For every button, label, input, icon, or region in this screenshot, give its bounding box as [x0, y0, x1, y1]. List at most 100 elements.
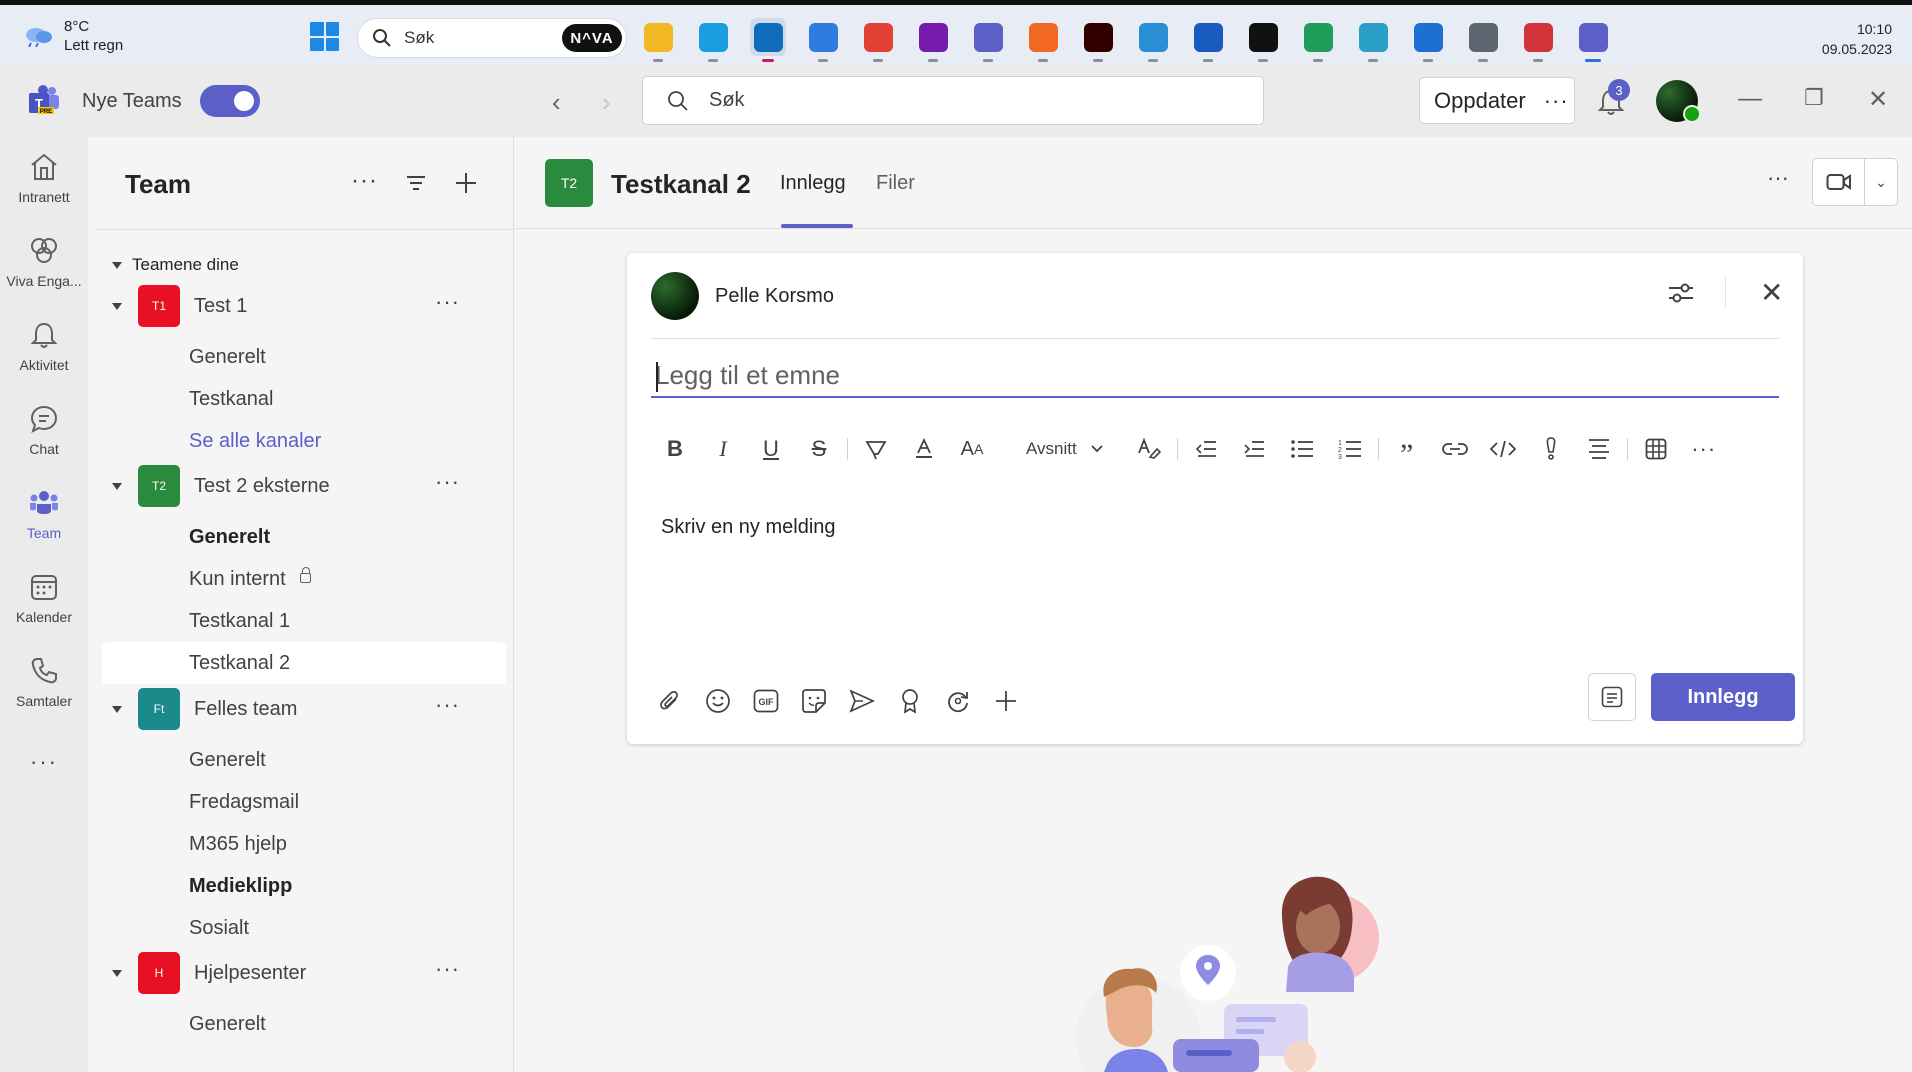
settings-icon[interactable]: [1465, 18, 1501, 62]
channel-item-private[interactable]: Kun internt: [189, 567, 311, 591]
channel-item[interactable]: Generelt: [189, 1013, 266, 1036]
fusion360-icon[interactable]: [1025, 18, 1061, 62]
channel-item[interactable]: M365 hjelp: [189, 833, 287, 856]
mail-icon[interactable]: [805, 18, 841, 62]
taskbar-search[interactable]: Søk N^VA: [357, 18, 627, 58]
more-options-icon[interactable]: ···: [435, 289, 460, 315]
forward-arrow-icon[interactable]: ›: [602, 87, 611, 118]
illustrator-icon[interactable]: [1080, 18, 1116, 62]
font-color-icon[interactable]: [900, 431, 948, 467]
italic-icon[interactable]: I: [699, 431, 747, 467]
windows-start-icon[interactable]: [310, 22, 339, 51]
paragraph-style-dropdown[interactable]: Avsnitt: [996, 431, 1125, 467]
subject-input[interactable]: [651, 354, 1779, 398]
table-icon[interactable]: [1632, 431, 1680, 467]
format-toggle-button[interactable]: [1588, 673, 1636, 721]
align-icon[interactable]: [1575, 431, 1623, 467]
more-options-icon[interactable]: ···: [435, 692, 460, 718]
team-test-2-eksterne[interactable]: T2 Test 2 eksterne ···: [112, 463, 512, 509]
numbered-list-icon[interactable]: 123: [1326, 431, 1374, 467]
update-button[interactable]: Oppdater ···: [1419, 77, 1575, 124]
channel-item[interactable]: Generelt: [189, 526, 270, 549]
code-icon[interactable]: [1479, 431, 1527, 467]
weather-widget[interactable]: 8°C Lett regn: [22, 17, 123, 55]
rail-item-calendar[interactable]: Kalender: [0, 571, 88, 625]
word-icon[interactable]: [1190, 18, 1226, 62]
loop-icon[interactable]: [939, 683, 976, 719]
rail-item-activity[interactable]: Aktivitet: [0, 319, 88, 373]
tab-files[interactable]: Filer: [876, 172, 915, 195]
post-button[interactable]: Innlegg: [1651, 673, 1795, 721]
channel-item[interactable]: Testkanal 1: [189, 610, 290, 633]
underline-icon[interactable]: U: [747, 431, 795, 467]
meet-button[interactable]: ⌄: [1812, 158, 1898, 206]
channel-item[interactable]: Generelt: [189, 346, 266, 369]
teams-classic-icon[interactable]: [970, 18, 1006, 62]
minimize-icon[interactable]: —: [1738, 85, 1762, 113]
send-later-icon[interactable]: [843, 683, 880, 719]
powershell-icon[interactable]: [1135, 18, 1171, 62]
important-icon[interactable]: [1527, 431, 1575, 467]
teams-search-input[interactable]: Søk: [642, 76, 1264, 125]
channel-item[interactable]: Medieklipp: [189, 875, 292, 898]
new-teams-toggle[interactable]: [200, 85, 260, 117]
clear-formatting-icon[interactable]: [1125, 431, 1173, 467]
onenote-icon[interactable]: [915, 18, 951, 62]
close-window-icon[interactable]: ✕: [1868, 85, 1888, 114]
rail-item-team[interactable]: Team: [0, 487, 88, 541]
more-options-icon[interactable]: ···: [435, 469, 460, 495]
emoji-icon[interactable]: [699, 683, 736, 719]
increase-indent-icon[interactable]: [1230, 431, 1278, 467]
channel-item[interactable]: Sosialt: [189, 917, 249, 940]
team-felles-team[interactable]: Ft Felles team ···: [112, 686, 512, 732]
add-icon[interactable]: [454, 171, 478, 195]
strikethrough-icon[interactable]: S: [795, 431, 843, 467]
teams-preview-icon[interactable]: [1575, 18, 1611, 62]
attach-icon[interactable]: [651, 683, 688, 719]
channel-item[interactable]: Generelt: [189, 749, 266, 772]
rail-item-viva-engage[interactable]: Viva Enga...: [0, 235, 88, 289]
font-size-icon[interactable]: AA: [948, 431, 996, 467]
decrease-indent-icon[interactable]: [1182, 431, 1230, 467]
praise-icon[interactable]: [891, 683, 928, 719]
highlight-icon[interactable]: [852, 431, 900, 467]
window-app-icon[interactable]: [1410, 18, 1446, 62]
rail-item-intranett[interactable]: Intranett: [0, 151, 88, 205]
file-explorer-icon[interactable]: [640, 18, 676, 62]
more-options-icon[interactable]: ···: [435, 956, 460, 982]
bold-icon[interactable]: B: [651, 431, 699, 467]
more-apps-icon[interactable]: ···: [0, 749, 88, 775]
system-clock[interactable]: 10:10 09.05.2023: [1822, 19, 1892, 59]
gif-icon[interactable]: GIF: [747, 683, 784, 719]
app-black-icon[interactable]: [1245, 18, 1281, 62]
add-icon[interactable]: [987, 683, 1024, 719]
channel-item-selected[interactable]: Testkanal 2: [189, 652, 290, 675]
bulleted-list-icon[interactable]: [1278, 431, 1326, 467]
channel-item[interactable]: Testkanal: [189, 388, 274, 411]
back-arrow-icon[interactable]: ‹: [552, 87, 561, 118]
more-options-icon[interactable]: ···: [1767, 165, 1789, 191]
outlook-icon[interactable]: [750, 18, 786, 62]
filter-icon[interactable]: [404, 171, 428, 195]
tab-posts[interactable]: Innlegg: [780, 172, 846, 195]
edge-beta-icon[interactable]: [1355, 18, 1391, 62]
see-all-channels-link[interactable]: Se alle kanaler: [189, 430, 321, 453]
more-options-icon[interactable]: ···: [1680, 431, 1728, 467]
rail-item-chat[interactable]: Chat: [0, 403, 88, 457]
post-settings-icon[interactable]: [1667, 281, 1695, 305]
more-icon[interactable]: ···: [1544, 88, 1569, 114]
rail-item-calls[interactable]: Samtaler: [0, 655, 88, 709]
quote-icon[interactable]: ”: [1383, 431, 1431, 471]
section-your-teams[interactable]: Teamene dine: [112, 255, 239, 275]
link-icon[interactable]: [1431, 431, 1479, 467]
close-icon[interactable]: ✕: [1760, 279, 1783, 307]
edge-profile-icon[interactable]: [695, 18, 731, 62]
restore-icon[interactable]: ❐: [1804, 85, 1824, 111]
sticker-icon[interactable]: [795, 683, 832, 719]
snipping-tool-icon[interactable]: [1520, 18, 1556, 62]
channel-item[interactable]: Fredagsmail: [189, 791, 299, 814]
edge-dev-icon[interactable]: [1300, 18, 1336, 62]
chrome-icon[interactable]: [860, 18, 896, 62]
team-hjelpesenter[interactable]: H Hjelpesenter ···: [112, 950, 512, 996]
team-test-1[interactable]: T1 Test 1 ···: [112, 283, 512, 329]
